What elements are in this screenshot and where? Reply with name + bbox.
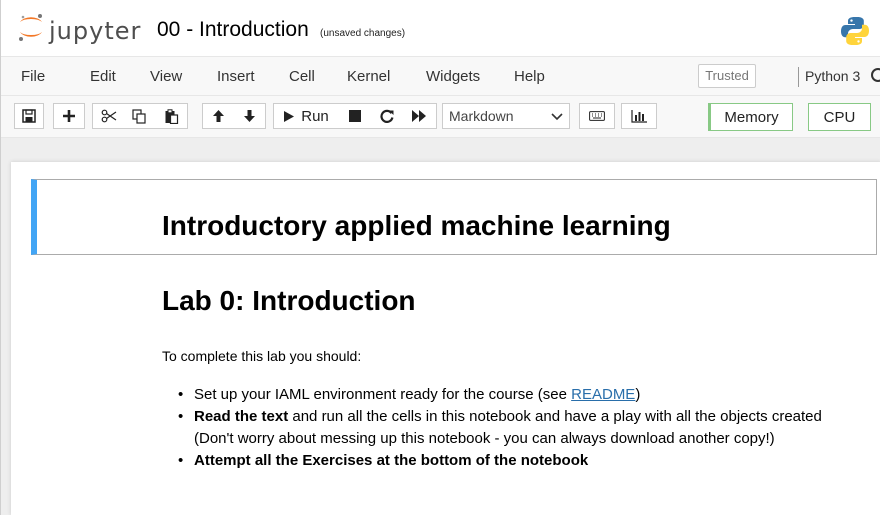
menu-cell[interactable]: Cell [289, 68, 315, 85]
arrow-down-icon [243, 110, 255, 122]
paste-button[interactable] [155, 103, 188, 129]
copy-icon [132, 108, 146, 124]
notebook-heading: Introductory applied machine learning [162, 210, 671, 241]
cell-type-value: Markdown [449, 108, 514, 124]
list-item: Attempt all the Exercises at the bottom … [178, 450, 838, 472]
kernel-separator [798, 67, 799, 87]
run-button[interactable]: Run [273, 103, 339, 129]
restart-icon [380, 109, 394, 123]
toolbar: Run Markdown Memory CPU [1, 96, 880, 138]
menu-view[interactable]: View [150, 68, 182, 85]
save-icon [22, 109, 36, 123]
menu-bar: File Edit View Insert Cell Kernel Widget… [1, 56, 880, 96]
notebook-title[interactable]: 00 - Introduction [157, 18, 309, 42]
save-status: (unsaved changes) [320, 28, 406, 39]
item-text-end: ) [635, 386, 641, 403]
memory-label: Memory [724, 108, 779, 126]
move-down-button[interactable] [233, 103, 266, 129]
logo-text: jupyter [49, 17, 142, 45]
header: jupyter 00 - Introduction (unsaved chang… [1, 0, 880, 56]
readme-link[interactable]: README [571, 386, 635, 403]
stop-icon [348, 110, 361, 122]
restart-button[interactable] [371, 103, 404, 129]
lab-heading: Lab 0: Introduction [162, 285, 416, 316]
arrow-up-icon [212, 110, 224, 122]
cut-icon [101, 109, 116, 123]
memory-button[interactable]: Memory [708, 103, 793, 131]
notebook-container[interactable]: Introductory applied machine learning La… [11, 162, 880, 515]
insert-cell-button[interactable] [53, 103, 85, 129]
list-item: Set up your IAML environment ready for t… [178, 384, 838, 406]
kernel-name: Python 3 [805, 68, 861, 84]
menu-kernel[interactable]: Kernel [347, 68, 390, 85]
item-text: Set up your IAML environment ready for t… [194, 386, 572, 403]
fast-forward-icon [412, 110, 426, 122]
cpu-label: CPU [823, 108, 856, 126]
menu-file[interactable]: File [21, 68, 45, 85]
resource-chart-button[interactable] [621, 103, 657, 129]
jupyter-window: jupyter 00 - Introduction (unsaved chang… [0, 0, 880, 515]
jupyter-logo-icon [19, 14, 42, 41]
paste-icon [165, 108, 178, 124]
item-text: and run all the cells in this notebook a… [194, 408, 822, 447]
cell-type-select[interactable]: Markdown [442, 103, 570, 129]
save-button[interactable] [14, 103, 44, 129]
menu-help[interactable]: Help [514, 68, 545, 85]
menu-widgets[interactable]: Widgets [426, 68, 480, 85]
run-label: Run [301, 107, 329, 125]
play-icon [284, 110, 295, 122]
trusted-indicator[interactable]: Trusted [698, 64, 756, 88]
item-bold-text: Read the text [194, 408, 289, 425]
chevron-down-icon [551, 113, 563, 121]
restart-run-all-button[interactable] [403, 103, 437, 129]
intro-text: To complete this lab you should: [162, 348, 362, 364]
task-list: Set up your IAML environment ready for t… [178, 384, 838, 472]
kernel-status-icon [871, 68, 880, 82]
menu-insert[interactable]: Insert [217, 68, 255, 85]
command-palette-button[interactable] [579, 103, 615, 129]
copy-button[interactable] [124, 103, 156, 129]
keyboard-icon [589, 111, 605, 121]
python-logo-icon [841, 17, 869, 45]
bar-chart-icon [631, 109, 647, 123]
move-up-button[interactable] [202, 103, 234, 129]
menu-edit[interactable]: Edit [90, 68, 116, 85]
list-item: Read the text and run all the cells in t… [178, 406, 838, 450]
item-bold-text: Attempt all the Exercises at the bottom … [194, 452, 589, 469]
plus-icon [63, 110, 75, 122]
jupyter-logo[interactable]: jupyter [17, 12, 140, 45]
cpu-button[interactable]: CPU [808, 103, 871, 131]
cut-button[interactable] [92, 103, 125, 129]
interrupt-button[interactable] [338, 103, 372, 129]
